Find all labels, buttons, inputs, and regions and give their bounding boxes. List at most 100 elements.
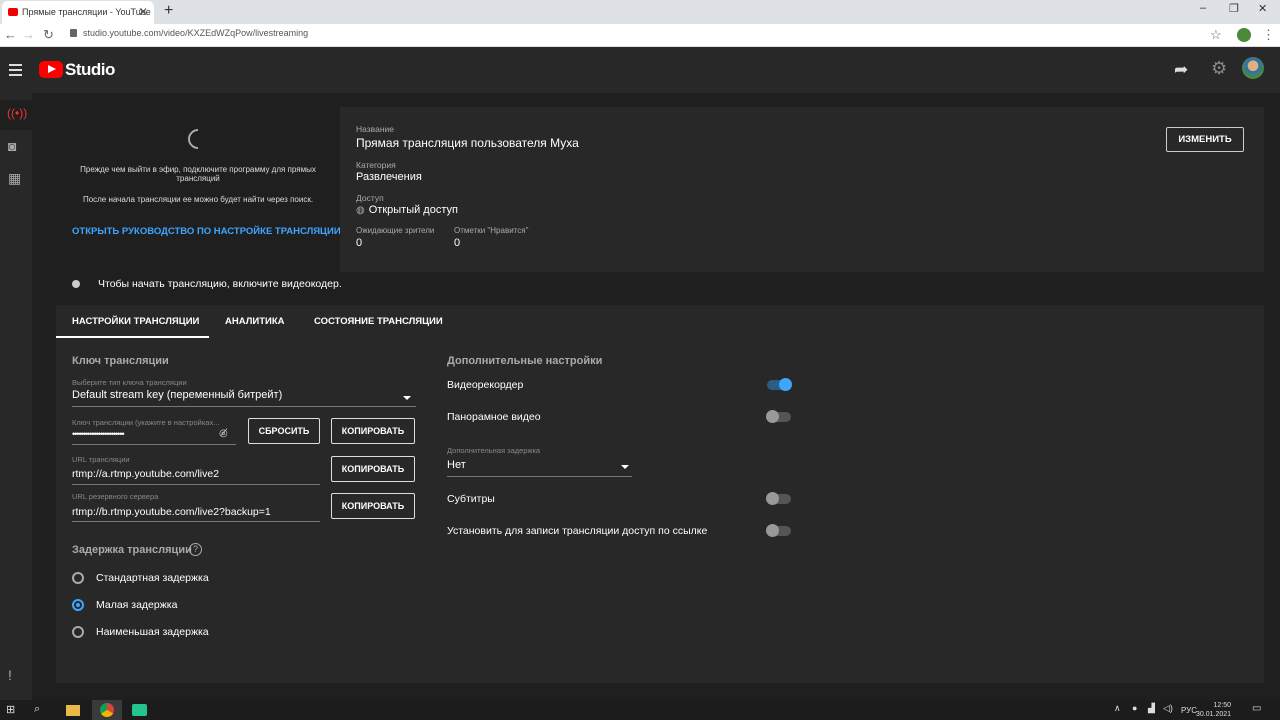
new-tab-button[interactable]: + xyxy=(164,2,173,20)
globe-icon: ◍ xyxy=(356,205,365,216)
status-text: Чтобы начать трансляцию, включите видеок… xyxy=(98,278,342,290)
radio-ultra-low-latency[interactable] xyxy=(72,626,84,638)
file-explorer-icon[interactable] xyxy=(66,705,80,716)
browser-tab[interactable]: Прямые трансляции - YouTube ✕ xyxy=(2,1,154,24)
reset-button[interactable]: СБРОСИТЬ xyxy=(248,418,320,444)
minimize-button[interactable]: – xyxy=(1200,2,1206,14)
stream-url-label: URL трансляции xyxy=(72,455,130,464)
url-field[interactable]: studio.youtube.com/video/KXZEdWZqPow/liv… xyxy=(70,28,308,38)
radio-standard-latency[interactable] xyxy=(72,572,84,584)
clock[interactable]: 12:50 30.01.2021 xyxy=(1196,701,1231,719)
profile-avatar[interactable] xyxy=(1237,28,1251,42)
windows-taskbar xyxy=(0,700,1280,720)
copy-key-button[interactable]: КОПИРОВАТЬ xyxy=(331,418,415,444)
copy-url-button[interactable]: КОПИРОВАТЬ xyxy=(331,456,415,482)
viewers-count: 0 xyxy=(356,237,363,249)
subtitles-toggle[interactable] xyxy=(766,492,791,505)
obs-app-icon[interactable] xyxy=(132,704,147,716)
active-tab-indicator xyxy=(56,336,209,338)
standard-latency-label[interactable]: Стандартная задержка xyxy=(96,572,209,584)
tray-chevron-icon[interactable]: ∧ xyxy=(1114,703,1121,714)
clock-time: 12:50 xyxy=(1213,702,1232,709)
stream-key-label: Ключ трансляции (укажите в настройках... xyxy=(72,418,220,427)
browser-menu-icon[interactable]: ⋮ xyxy=(1262,27,1275,43)
delay-underline xyxy=(447,476,632,477)
url-text: studio.youtube.com/video/KXZEdWZqPow/liv… xyxy=(83,28,309,38)
webcam-icon[interactable]: ◙ xyxy=(8,138,16,154)
encoder-hint: Прежде чем выйти в эфир, подключите прог… xyxy=(80,165,316,183)
delay-dropdown-arrow-icon[interactable] xyxy=(621,465,629,469)
tab-stream-settings[interactable]: НАСТРОЙКИ ТРАНСЛЯЦИИ xyxy=(72,316,199,327)
studio-logo-text[interactable]: Studio xyxy=(65,60,115,80)
stream-url-underline xyxy=(72,484,320,485)
latency-heading: Задержка трансляции xyxy=(72,544,192,556)
maximize-button[interactable]: ❐ xyxy=(1229,2,1239,15)
low-latency-label[interactable]: Малая задержка xyxy=(96,599,177,611)
calendar-icon[interactable]: ▦ xyxy=(8,170,21,187)
likes-count: 0 xyxy=(454,237,461,249)
category-value: Развлечения xyxy=(356,171,422,183)
feedback-icon[interactable]: ! xyxy=(8,667,12,683)
unlisted-label: Установить для записи трансляции доступ … xyxy=(447,525,708,537)
category-label: Категория xyxy=(356,160,396,170)
close-window-button[interactable]: ✕ xyxy=(1258,2,1267,15)
microphone-icon[interactable]: ● xyxy=(1132,703,1137,713)
unlisted-toggle[interactable] xyxy=(766,524,791,537)
stream-key-underline xyxy=(72,444,236,445)
key-type-underline xyxy=(72,406,416,407)
tab-close-icon[interactable]: ✕ xyxy=(138,5,148,19)
copy-backup-url-button[interactable]: КОПИРОВАТЬ xyxy=(331,493,415,519)
search-icon[interactable]: ⌕ xyxy=(34,703,40,716)
backup-url-label: URL резервного сервера xyxy=(72,492,159,501)
lock-icon xyxy=(70,29,77,37)
access-label: Доступ xyxy=(356,193,384,203)
dropdown-arrow-icon[interactable] xyxy=(403,396,411,400)
setup-guide-link[interactable]: ОТКРЫТЬ РУКОВОДСТВО ПО НАСТРОЙКЕ ТРАНСЛЯ… xyxy=(72,226,341,237)
radio-low-latency[interactable] xyxy=(72,599,84,611)
bookmark-star-icon[interactable]: ☆ xyxy=(1210,27,1222,43)
notifications-icon[interactable]: ▭ xyxy=(1252,703,1261,714)
stream-url-field[interactable]: rtmp://a.rtmp.youtube.com/live2 xyxy=(72,468,219,480)
volume-icon[interactable]: ◁) xyxy=(1163,703,1173,714)
tab-analytics[interactable]: АНАЛИТИКА xyxy=(225,316,284,327)
search-hint: После начала трансляции ее можно будет н… xyxy=(82,195,314,204)
windows-start-icon[interactable]: ⊞ xyxy=(6,703,15,716)
account-avatar[interactable] xyxy=(1242,57,1264,79)
stream-key-heading: Ключ трансляции xyxy=(72,355,169,367)
tab-stream-health[interactable]: СОСТОЯНИЕ ТРАНСЛЯЦИИ xyxy=(314,316,443,327)
settings-gear-icon[interactable]: ⚙ xyxy=(1211,58,1227,79)
youtube-logo-icon[interactable] xyxy=(39,61,63,78)
back-arrow-icon[interactable]: ← xyxy=(4,27,17,42)
delay-select[interactable]: Нет xyxy=(447,459,466,471)
subtitles-label: Субтитры xyxy=(447,493,495,505)
stream-title: Прямая трансляция пользователя Муха xyxy=(356,136,579,150)
access-value: ◍ Открытый доступ xyxy=(356,204,458,216)
status-dot-icon xyxy=(72,280,80,288)
help-icon[interactable]: ? xyxy=(189,543,202,556)
live-stream-icon[interactable]: ((•)) xyxy=(7,106,27,120)
stream-info-panel xyxy=(340,107,1264,272)
reload-icon[interactable]: ↻ xyxy=(43,27,54,43)
stream-key-field[interactable]: •••••••••••••••••••••••• xyxy=(72,429,125,439)
forward-arrow-icon[interactable]: → xyxy=(22,27,35,42)
language-indicator[interactable]: РУС xyxy=(1181,706,1197,715)
youtube-favicon-icon xyxy=(8,8,18,16)
network-icon[interactable]: ▟ xyxy=(1148,703,1155,714)
clock-date: 30.01.2021 xyxy=(1196,711,1232,718)
key-type-select[interactable]: Default stream key (переменный битрейт) xyxy=(72,389,282,401)
backup-url-underline xyxy=(72,521,320,522)
additional-settings-heading: Дополнительные настройки xyxy=(447,355,603,367)
title-label: Название xyxy=(356,124,394,134)
key-type-label: Выберите тип ключа трансляции xyxy=(72,378,187,387)
share-icon[interactable]: ➦ xyxy=(1174,60,1188,80)
viewers-label: Ожидающие зрители xyxy=(356,226,435,235)
dvr-toggle[interactable] xyxy=(767,378,792,391)
visibility-off-icon[interactable]: ◎̸ xyxy=(219,428,228,439)
chrome-icon[interactable] xyxy=(100,703,114,717)
backup-url-field[interactable]: rtmp://b.rtmp.youtube.com/live2?backup=1 xyxy=(72,506,271,518)
ultra-low-latency-label[interactable]: Наименьшая задержка xyxy=(96,626,209,638)
edit-button[interactable]: ИЗМЕНИТЬ xyxy=(1166,127,1244,152)
likes-label: Отметки "Нравится" xyxy=(454,226,529,235)
panorama-toggle[interactable] xyxy=(766,410,791,423)
menu-icon[interactable] xyxy=(9,64,22,79)
